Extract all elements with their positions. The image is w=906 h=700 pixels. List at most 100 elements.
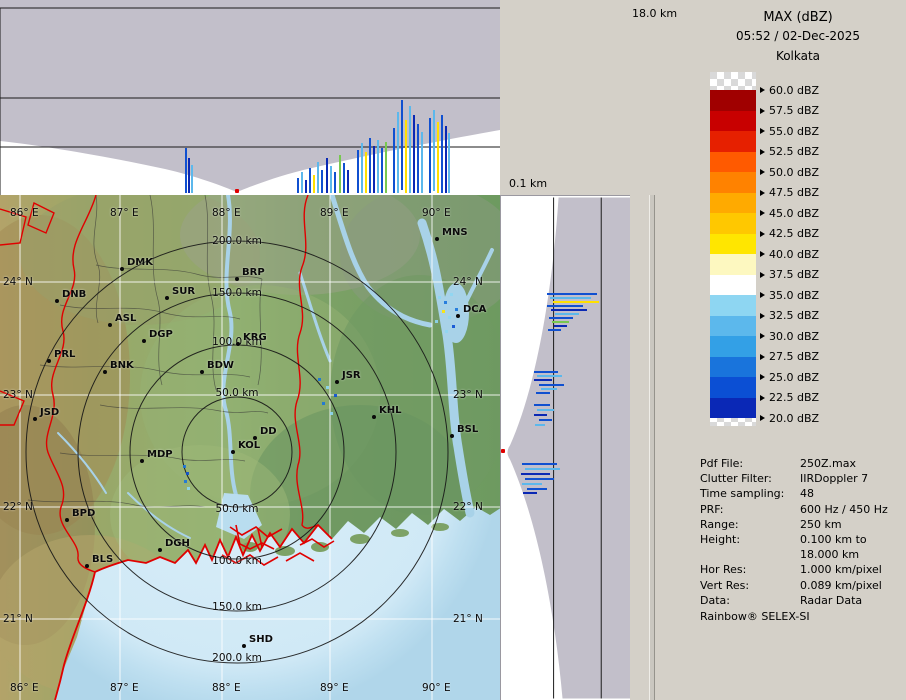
station-dot-icon bbox=[142, 339, 146, 343]
tick-arrow-icon bbox=[760, 354, 765, 360]
station-dot-icon bbox=[242, 644, 246, 648]
echo-bar bbox=[361, 143, 363, 193]
station-dot-icon bbox=[231, 450, 235, 454]
echo-bar bbox=[537, 375, 562, 377]
echo-bar bbox=[547, 293, 597, 295]
panel-divider bbox=[649, 195, 655, 700]
dbz-color-scale bbox=[710, 72, 756, 426]
info-row: Range:250 km bbox=[700, 517, 902, 532]
station-dot-icon bbox=[235, 277, 239, 281]
station-label: KHL bbox=[379, 405, 402, 416]
legend-scale-label: 37.5 dBZ bbox=[760, 267, 819, 283]
station-markers: DMKBRPSURDNBASLDGPKRGPRLBNKBDWJSDDDKOLMD… bbox=[0, 195, 500, 700]
echo-bar bbox=[421, 132, 423, 193]
echo-bar bbox=[525, 468, 560, 470]
legend-scale-label: 20.0 dBZ bbox=[760, 410, 819, 426]
echo-bar bbox=[521, 473, 550, 475]
radar-site-marker bbox=[501, 449, 505, 453]
echo-bar bbox=[555, 313, 579, 315]
echo-bar bbox=[305, 180, 307, 193]
station-label: SUR bbox=[172, 286, 195, 297]
station-label: MDP bbox=[147, 449, 173, 460]
echo-bar bbox=[339, 155, 341, 193]
station-dot-icon bbox=[435, 237, 439, 241]
station-dot-icon bbox=[120, 267, 124, 271]
echo-bar bbox=[297, 178, 299, 193]
echo-bars-top bbox=[0, 0, 500, 195]
station-label: KOL bbox=[238, 440, 260, 451]
info-row: Hor Res:1.000 km/pixel bbox=[700, 562, 902, 577]
echo-bar bbox=[357, 150, 359, 193]
echo-bar bbox=[185, 148, 187, 193]
echo-bar bbox=[553, 301, 599, 303]
legend-scale-label: 27.5 dBZ bbox=[760, 349, 819, 365]
station-label: JSR bbox=[342, 370, 361, 381]
station-label: BRP bbox=[242, 267, 265, 278]
height-axis-min-label: 0.1 km bbox=[509, 177, 547, 190]
echo-bar bbox=[527, 488, 547, 490]
legend-color-band bbox=[710, 111, 756, 132]
legend-color-band bbox=[710, 316, 756, 337]
station-label: BLS bbox=[92, 554, 113, 565]
radar-application-window: 86° E86° E87° E87° E88° E88° E89° E89° E… bbox=[0, 0, 906, 700]
echo-bar bbox=[188, 158, 190, 193]
tick-arrow-icon bbox=[760, 190, 765, 196]
station-dot-icon bbox=[450, 434, 454, 438]
echo-bar bbox=[437, 122, 439, 193]
echo-bar bbox=[317, 162, 319, 193]
info-label: Vert Res: bbox=[700, 578, 800, 593]
station-dot-icon bbox=[55, 299, 59, 303]
info-row: PRF:600 Hz / 450 Hz bbox=[700, 502, 902, 517]
echo-bar bbox=[534, 414, 547, 416]
legend-color-band bbox=[710, 234, 756, 255]
info-value: 48 bbox=[800, 486, 902, 501]
info-row: Time sampling:48 bbox=[700, 486, 902, 501]
echo-bar bbox=[523, 492, 537, 494]
legend-header: MAX (dBZ) 05:52 / 02-Dec-2025 Kolkata bbox=[690, 8, 906, 67]
echo-bar bbox=[534, 379, 552, 381]
tick-arrow-icon bbox=[760, 333, 765, 339]
station-label: DMK bbox=[127, 257, 153, 268]
echo-bar bbox=[534, 404, 550, 406]
height-cross-section-top-panel[interactable] bbox=[0, 0, 500, 195]
echo-bar bbox=[536, 392, 550, 394]
tick-arrow-icon bbox=[760, 231, 765, 237]
echo-bar bbox=[191, 165, 193, 193]
info-label: Time sampling: bbox=[700, 486, 800, 501]
legend-color-band bbox=[710, 357, 756, 378]
software-name: Rainbow® SELEX-SI bbox=[700, 610, 810, 623]
echo-bar bbox=[445, 126, 447, 193]
tick-arrow-icon bbox=[760, 272, 765, 278]
echo-bar bbox=[448, 133, 450, 193]
station-label: DGH bbox=[165, 538, 190, 549]
legend-scale-label: 45.0 dBZ bbox=[760, 205, 819, 221]
echo-bar bbox=[441, 115, 443, 193]
station-dot-icon bbox=[165, 296, 169, 300]
tick-arrow-icon bbox=[760, 395, 765, 401]
legend-scale-label: 25.0 dBZ bbox=[760, 369, 819, 385]
legend-scale-label: 35.0 dBZ bbox=[760, 287, 819, 303]
echo-bar bbox=[330, 166, 332, 193]
station-dot-icon bbox=[108, 323, 112, 327]
legend-color-band bbox=[710, 152, 756, 173]
echo-bar bbox=[547, 305, 583, 307]
station-label: DCA bbox=[463, 304, 486, 315]
legend-panel: MAX (dBZ) 05:52 / 02-Dec-2025 Kolkata 60… bbox=[690, 0, 906, 700]
info-label: Data: bbox=[700, 593, 800, 608]
echo-bar bbox=[313, 175, 315, 193]
echo-bar bbox=[373, 146, 375, 193]
info-value: 600 Hz / 450 Hz bbox=[800, 502, 902, 517]
station-label: DNB bbox=[62, 289, 86, 300]
echo-bar bbox=[326, 158, 328, 193]
info-value: 0.100 km to 18.000 km bbox=[800, 532, 902, 562]
station-dot-icon bbox=[456, 314, 460, 318]
radar-site-marker bbox=[235, 189, 239, 193]
info-label: Pdf File: bbox=[700, 456, 800, 471]
echo-bar bbox=[549, 317, 573, 319]
radar-map-panel[interactable]: 86° E86° E87° E87° E88° E88° E89° E89° E… bbox=[0, 195, 500, 700]
info-value: IIRDoppler 7 bbox=[800, 471, 902, 486]
legend-scale-label: 50.0 dBZ bbox=[760, 164, 819, 180]
info-value: 0.089 km/pixel bbox=[800, 578, 902, 593]
height-cross-section-side-panel[interactable] bbox=[500, 195, 630, 700]
info-value: 250 km bbox=[800, 517, 902, 532]
